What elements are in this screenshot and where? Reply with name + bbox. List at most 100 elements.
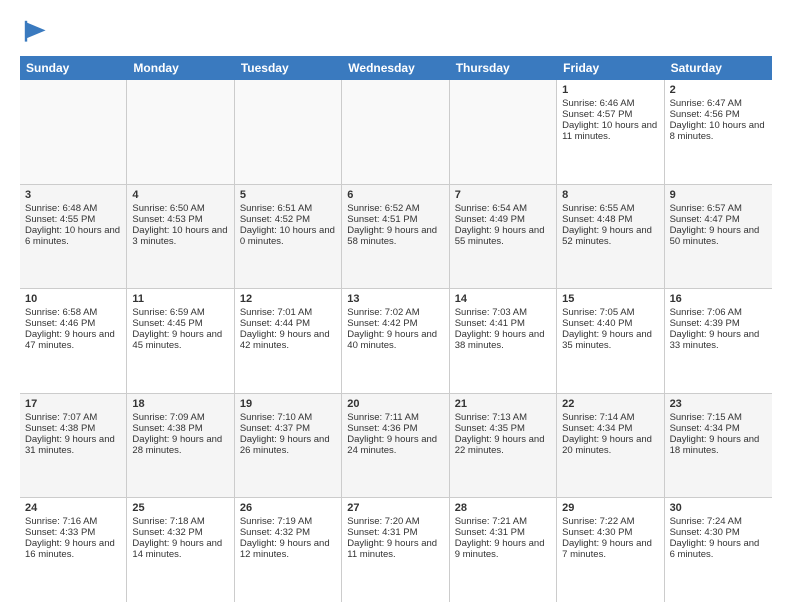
day-info-line: Sunrise: 6:51 AM [240,203,336,214]
day-info-line: Sunset: 4:39 PM [670,318,767,329]
day-info-line: Sunset: 4:36 PM [347,423,443,434]
day-number-14: 14 [455,293,551,305]
day-number-15: 15 [562,293,658,305]
day-number-17: 17 [25,398,121,410]
calendar-row-3: 17Sunrise: 7:07 AMSunset: 4:38 PMDayligh… [20,394,772,499]
day-info-line: Sunset: 4:41 PM [455,318,551,329]
day-info-line: Sunset: 4:32 PM [240,527,336,538]
day-info-line: Sunrise: 7:14 AM [562,412,658,423]
day-cell-2: 2Sunrise: 6:47 AMSunset: 4:56 PMDaylight… [665,80,772,184]
day-info-line: Sunrise: 7:13 AM [455,412,551,423]
day-info-line: Sunrise: 6:46 AM [562,98,658,109]
day-number-7: 7 [455,189,551,201]
day-info-line: Sunset: 4:38 PM [132,423,228,434]
day-info-line: Daylight: 9 hours and 45 minutes. [132,329,228,351]
day-info-line: Sunrise: 7:11 AM [347,412,443,423]
day-number-23: 23 [670,398,767,410]
day-number-11: 11 [132,293,228,305]
day-info-line: Sunrise: 7:21 AM [455,516,551,527]
header-day-saturday: Saturday [665,56,772,80]
day-number-26: 26 [240,502,336,514]
day-number-3: 3 [25,189,121,201]
day-info-line: Sunrise: 6:54 AM [455,203,551,214]
day-info-line: Sunrise: 7:09 AM [132,412,228,423]
day-info-line: Sunset: 4:47 PM [670,214,767,225]
day-info-line: Sunset: 4:49 PM [455,214,551,225]
day-info-line: Sunrise: 7:10 AM [240,412,336,423]
day-info-line: Sunset: 4:40 PM [562,318,658,329]
day-number-18: 18 [132,398,228,410]
day-info-line: Sunset: 4:46 PM [25,318,121,329]
day-cell-19: 19Sunrise: 7:10 AMSunset: 4:37 PMDayligh… [235,394,342,498]
day-cell-25: 25 Sunrise: 7:18 AMSunset: 4:32 PMDayligh… [127,498,234,602]
day-number-21: 21 [455,398,551,410]
day-info-line: Sunrise: 7:06 AM [670,307,767,318]
day-info-line: Sunrise: 7:24 AM [670,516,767,527]
day-cell-26: 26Sunrise: 7:19 AMSunset: 4:32 PMDayligh… [235,498,342,602]
header-day-wednesday: Wednesday [342,56,449,80]
day-cell-27: 27 Sunrise: 7:20 AMSunset: 4:31 PMDayligh… [342,498,449,602]
day-info-line: Daylight: 9 hours and 20 minutes. [562,434,658,456]
day-info-line: Daylight: 9 hours and 24 minutes. [347,434,443,456]
day-cell-1: 1Sunrise: 6:46 AMSunset: 4:57 PMDaylight… [557,80,664,184]
day-info-line: Sunset: 4:32 PM [132,527,228,538]
day-info-line: Daylight: 10 hours and 0 minutes. [240,225,336,247]
day-number-25: 25 [132,502,228,514]
day-info-line: Daylight: 9 hours and 40 minutes. [347,329,443,351]
day-info-line: Sunrise: 7:03 AM [455,307,551,318]
day-info-line: Sunset: 4:34 PM [670,423,767,434]
day-info-line: Sunset: 4:51 PM [347,214,443,225]
day-info-line: Sunset: 4:34 PM [562,423,658,434]
day-info-line: Sunrise: 7:18 AM [132,516,228,527]
header-day-friday: Friday [557,56,664,80]
day-info-line: Sunset: 4:33 PM [25,527,121,538]
day-info-line: Sunrise: 6:48 AM [25,203,121,214]
day-cell-21: 21Sunrise: 7:13 AMSunset: 4:35 PMDayligh… [450,394,557,498]
day-info-line: Sunrise: 6:52 AM [347,203,443,214]
day-cell-28: 28Sunrise: 7:21 AMSunset: 4:31 PMDayligh… [450,498,557,602]
header-day-sunday: Sunday [20,56,127,80]
day-number-27: 27 [347,502,443,514]
day-info-line: Daylight: 9 hours and 28 minutes. [132,434,228,456]
day-info-line: Sunrise: 7:01 AM [240,307,336,318]
day-info-line: Sunrise: 7:20 AM [347,516,443,527]
day-info-line: Sunrise: 6:50 AM [132,203,228,214]
day-info-line: Daylight: 9 hours and 18 minutes. [670,434,767,456]
day-cell-13: 13Sunrise: 7:02 AMSunset: 4:42 PMDayligh… [342,289,449,393]
day-number-20: 20 [347,398,443,410]
calendar-row-0: 1Sunrise: 6:46 AMSunset: 4:57 PMDaylight… [20,80,772,185]
day-cell-12: 12Sunrise: 7:01 AMSunset: 4:44 PMDayligh… [235,289,342,393]
day-number-28: 28 [455,502,551,514]
day-info-line: Daylight: 10 hours and 3 minutes. [132,225,228,247]
day-info-line: Sunset: 4:55 PM [25,214,121,225]
day-info-line: Sunset: 4:31 PM [347,527,443,538]
day-info-line: Daylight: 9 hours and 47 minutes. [25,329,121,351]
day-number-16: 16 [670,293,767,305]
day-info-line: Sunset: 4:53 PM [132,214,228,225]
day-cell-29: 29Sunrise: 7:22 AMSunset: 4:30 PMDayligh… [557,498,664,602]
day-info-line: Daylight: 9 hours and 11 minutes. [347,538,443,560]
day-number-10: 10 [25,293,121,305]
day-cell-17: 17Sunrise: 7:07 AMSunset: 4:38 PMDayligh… [20,394,127,498]
calendar: SundayMondayTuesdayWednesdayThursdayFrid… [20,56,772,602]
day-number-19: 19 [240,398,336,410]
day-cell-14: 14 Sunrise: 7:03 AMSunset: 4:41 PMDayligh… [450,289,557,393]
day-info-line: Daylight: 10 hours and 8 minutes. [670,120,767,142]
day-cell-4: 4Sunrise: 6:50 AMSunset: 4:53 PMDaylight… [127,185,234,289]
day-number-13: 13 [347,293,443,305]
day-info-line: Sunset: 4:56 PM [670,109,767,120]
day-number-6: 6 [347,189,443,201]
day-info-line: Daylight: 10 hours and 11 minutes. [562,120,658,142]
day-info-line: Daylight: 9 hours and 38 minutes. [455,329,551,351]
day-info-line: Daylight: 9 hours and 14 minutes. [132,538,228,560]
day-info-line: Sunset: 4:44 PM [240,318,336,329]
calendar-row-4: 24Sunrise: 7:16 AMSunset: 4:33 PMDayligh… [20,498,772,602]
day-info-line: Sunrise: 7:16 AM [25,516,121,527]
day-cell-11: 11Sunrise: 6:59 AMSunset: 4:45 PMDayligh… [127,289,234,393]
header-day-monday: Monday [127,56,234,80]
day-cell-6: 6Sunrise: 6:52 AMSunset: 4:51 PMDaylight… [342,185,449,289]
day-info-line: Daylight: 9 hours and 7 minutes. [562,538,658,560]
day-cell-9: 9Sunrise: 6:57 AMSunset: 4:47 PMDaylight… [665,185,772,289]
day-info-line: Daylight: 9 hours and 16 minutes. [25,538,121,560]
day-info-line: Sunset: 4:37 PM [240,423,336,434]
